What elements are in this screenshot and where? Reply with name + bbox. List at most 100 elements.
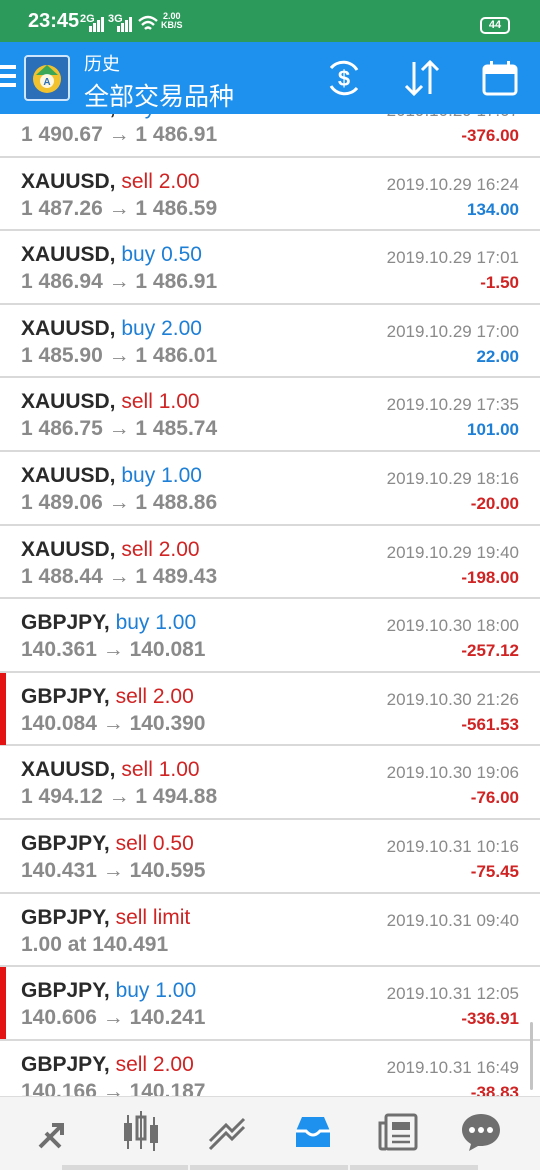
trade-row[interactable]: XAUUSD, sell 2.00 1 487.26 → 1 486.59 2019… bbox=[0, 158, 540, 232]
trade-symbol-line: GBPJPY, buy 1.00 bbox=[21, 979, 196, 1003]
trade-profit: -76.00 bbox=[470, 788, 519, 808]
trade-lots: 2.00 bbox=[152, 684, 194, 708]
trade-lots: 2.00 bbox=[158, 537, 200, 561]
trade-symbol-line: XAUUSD, buy 0.50 bbox=[21, 243, 202, 267]
trade-row[interactable]: GBPJPY, buy 1.00 140.606 → 140.241 2019.10… bbox=[0, 967, 540, 1041]
trade-prices: 1 490.67 → 1 486.91 bbox=[21, 123, 218, 146]
net-speed-unit: KB/S bbox=[161, 20, 183, 30]
menu-icon[interactable] bbox=[0, 65, 16, 91]
trade-prices: 1 486.75 → 1 485.74 bbox=[21, 417, 218, 441]
trade-row[interactable]: XAUUSD, buy 2.00 1 485.90 → 1 486.01 2019.… bbox=[0, 305, 540, 379]
trade-icon[interactable] bbox=[204, 1109, 250, 1155]
trade-profit: -20.00 bbox=[470, 493, 519, 513]
trade-symbol: XAUUSD, bbox=[21, 758, 116, 782]
trade-profit: -561.53 bbox=[461, 714, 519, 734]
trade-lots: 1.00 bbox=[155, 979, 197, 1003]
trade-symbol-line: XAUUSD, sell 1.00 bbox=[21, 758, 200, 782]
trade-side: buy bbox=[115, 611, 150, 635]
trade-row[interactable]: GBPJPY, sell 0.50 140.431 → 140.595 2019.1… bbox=[0, 820, 540, 894]
trade-profit: -1.50 bbox=[480, 273, 519, 293]
trade-time: 2019.10.29 17:01 bbox=[386, 248, 519, 268]
trade-time: 2019.10.30 18:00 bbox=[386, 616, 519, 636]
trade-row[interactable]: XAUUSD, sell 1.00 1 486.75 → 1 485.74 2019… bbox=[0, 378, 540, 452]
chart-icon[interactable] bbox=[118, 1109, 164, 1155]
trade-prices: 1 485.90 → 1 486.01 bbox=[21, 343, 218, 367]
trade-profit: -198.00 bbox=[461, 567, 519, 587]
scrollbar[interactable] bbox=[530, 1022, 533, 1090]
trade-symbol: GBPJPY, bbox=[21, 1052, 110, 1076]
loss-marker bbox=[0, 967, 6, 1040]
trade-lots: 1.00 bbox=[155, 611, 197, 635]
currency-exchange-icon[interactable]: $ bbox=[322, 56, 366, 100]
trade-side: sell bbox=[115, 831, 148, 855]
trade-side: sell bbox=[121, 758, 153, 782]
signal-icon bbox=[89, 17, 104, 32]
trade-side: buy bbox=[121, 463, 156, 487]
bottom-nav bbox=[0, 1096, 540, 1170]
status-bar: 23:45 2G 3G 2.00 KB/S 44 bbox=[0, 0, 540, 42]
trade-time: 2019.10.29 17:00 bbox=[386, 321, 519, 341]
svg-text:$: $ bbox=[338, 66, 350, 91]
trade-profit: -257.12 bbox=[461, 641, 519, 661]
trade-row[interactable]: XAUUSD, buy 0.50 1 486.94 → 1 486.91 2019.… bbox=[0, 231, 540, 305]
battery-indicator: 44 bbox=[480, 17, 510, 34]
trade-time: 2019.10.29 18:16 bbox=[386, 468, 519, 488]
trade-symbol: XAUUSD, bbox=[21, 463, 116, 487]
trade-symbol-line: XAUUSD, sell 2.00 bbox=[21, 538, 200, 562]
trade-symbol-line: XAUUSD, buy 2.00 bbox=[21, 317, 202, 341]
trade-prices: 1 494.12 → 1 494.88 bbox=[21, 785, 218, 809]
trade-symbol-line: GBPJPY, sell limit bbox=[21, 906, 190, 930]
symbol-filter[interactable]: 全部交易品种 bbox=[84, 77, 234, 113]
trade-symbol-line: GBPJPY, sell 0.50 bbox=[21, 832, 194, 856]
trade-row[interactable]: GBPJPY, buy 1.00 140.361 → 140.081 2019.10… bbox=[0, 599, 540, 673]
trade-symbol-line: GBPJPY, sell 2.00 bbox=[21, 1053, 194, 1077]
trade-time: 2019.10.30 19:06 bbox=[386, 763, 519, 783]
trade-symbol: GBPJPY, bbox=[21, 684, 110, 708]
trade-lots: 0.50 bbox=[152, 831, 194, 855]
trade-prices: 1 489.06 → 1 488.86 bbox=[21, 490, 218, 514]
trade-lots: 2.00 bbox=[158, 169, 200, 193]
calendar-icon[interactable] bbox=[478, 56, 522, 100]
trade-row[interactable]: GBPJPY, sell limit 1.00 at 140.491 2019.1… bbox=[0, 894, 540, 968]
trade-symbol: XAUUSD, bbox=[21, 169, 116, 193]
net-speed: 2.00 KB/S bbox=[161, 12, 183, 30]
trade-prices: 1 488.44 → 1 489.43 bbox=[21, 564, 218, 588]
trade-time: 2019.10.31 09:40 bbox=[386, 910, 519, 930]
trade-symbol: XAUUSD, bbox=[21, 537, 116, 561]
trade-prices: 140.084 → 140.390 bbox=[21, 711, 206, 735]
trade-side: buy bbox=[121, 316, 156, 340]
trade-prices: 1 487.26 → 1 486.59 bbox=[21, 196, 218, 220]
trade-side: sell bbox=[121, 390, 153, 414]
trade-row[interactable]: GBPJPY, sell 2.00 140.084 → 140.390 2019.1… bbox=[0, 672, 540, 747]
trade-profit: -376.00 bbox=[461, 126, 519, 145]
trade-lots: 1.00 bbox=[161, 463, 202, 487]
trade-lots: 2.00 bbox=[152, 1052, 194, 1076]
trade-symbol-line: XAUUSD, sell 2.00 bbox=[21, 170, 200, 194]
trade-row[interactable]: XAUUSD, sell 1.00 1 494.12 → 1 494.88 2019… bbox=[0, 746, 540, 820]
sort-icon[interactable] bbox=[400, 56, 444, 100]
history-list[interactable]: XAUUSD, buy 1.00 1 490.67 → 1 486.91 2019.… bbox=[0, 84, 540, 1115]
trade-time: 2019.10.29 17:35 bbox=[386, 395, 519, 415]
trade-lots: 2.00 bbox=[161, 316, 202, 340]
trade-row[interactable]: XAUUSD, sell 2.00 1 488.44 → 1 489.43 2019… bbox=[0, 526, 540, 600]
system-nav-bar-2 bbox=[190, 1165, 348, 1170]
trade-side: sell bbox=[115, 1052, 148, 1076]
trade-prices: 1.00 at 140.491 bbox=[21, 932, 169, 956]
trade-side: sell bbox=[115, 684, 148, 708]
trade-prices: 140.431 → 140.595 bbox=[21, 858, 206, 882]
trade-symbol-line: XAUUSD, buy 1.00 bbox=[21, 464, 202, 488]
trade-symbol: GBPJPY, bbox=[21, 611, 110, 635]
trade-time: 2019.10.31 12:05 bbox=[386, 984, 519, 1004]
trade-row[interactable]: XAUUSD, buy 1.00 1 489.06 → 1 488.86 2019.… bbox=[0, 452, 540, 526]
trade-side: sell bbox=[121, 537, 153, 561]
trade-symbol: XAUUSD, bbox=[21, 243, 116, 267]
trade-lots: 1.00 bbox=[158, 758, 200, 782]
app-bar: A 历史 全部交易品种 $ bbox=[0, 42, 540, 114]
quotes-icon[interactable] bbox=[32, 1109, 78, 1155]
trade-prices: 140.361 → 140.081 bbox=[21, 638, 206, 662]
chat-icon[interactable] bbox=[458, 1109, 504, 1155]
trade-side: buy bbox=[115, 979, 150, 1003]
trade-side: sell bbox=[121, 169, 153, 193]
history-icon[interactable] bbox=[290, 1109, 336, 1155]
news-icon[interactable] bbox=[376, 1109, 422, 1155]
